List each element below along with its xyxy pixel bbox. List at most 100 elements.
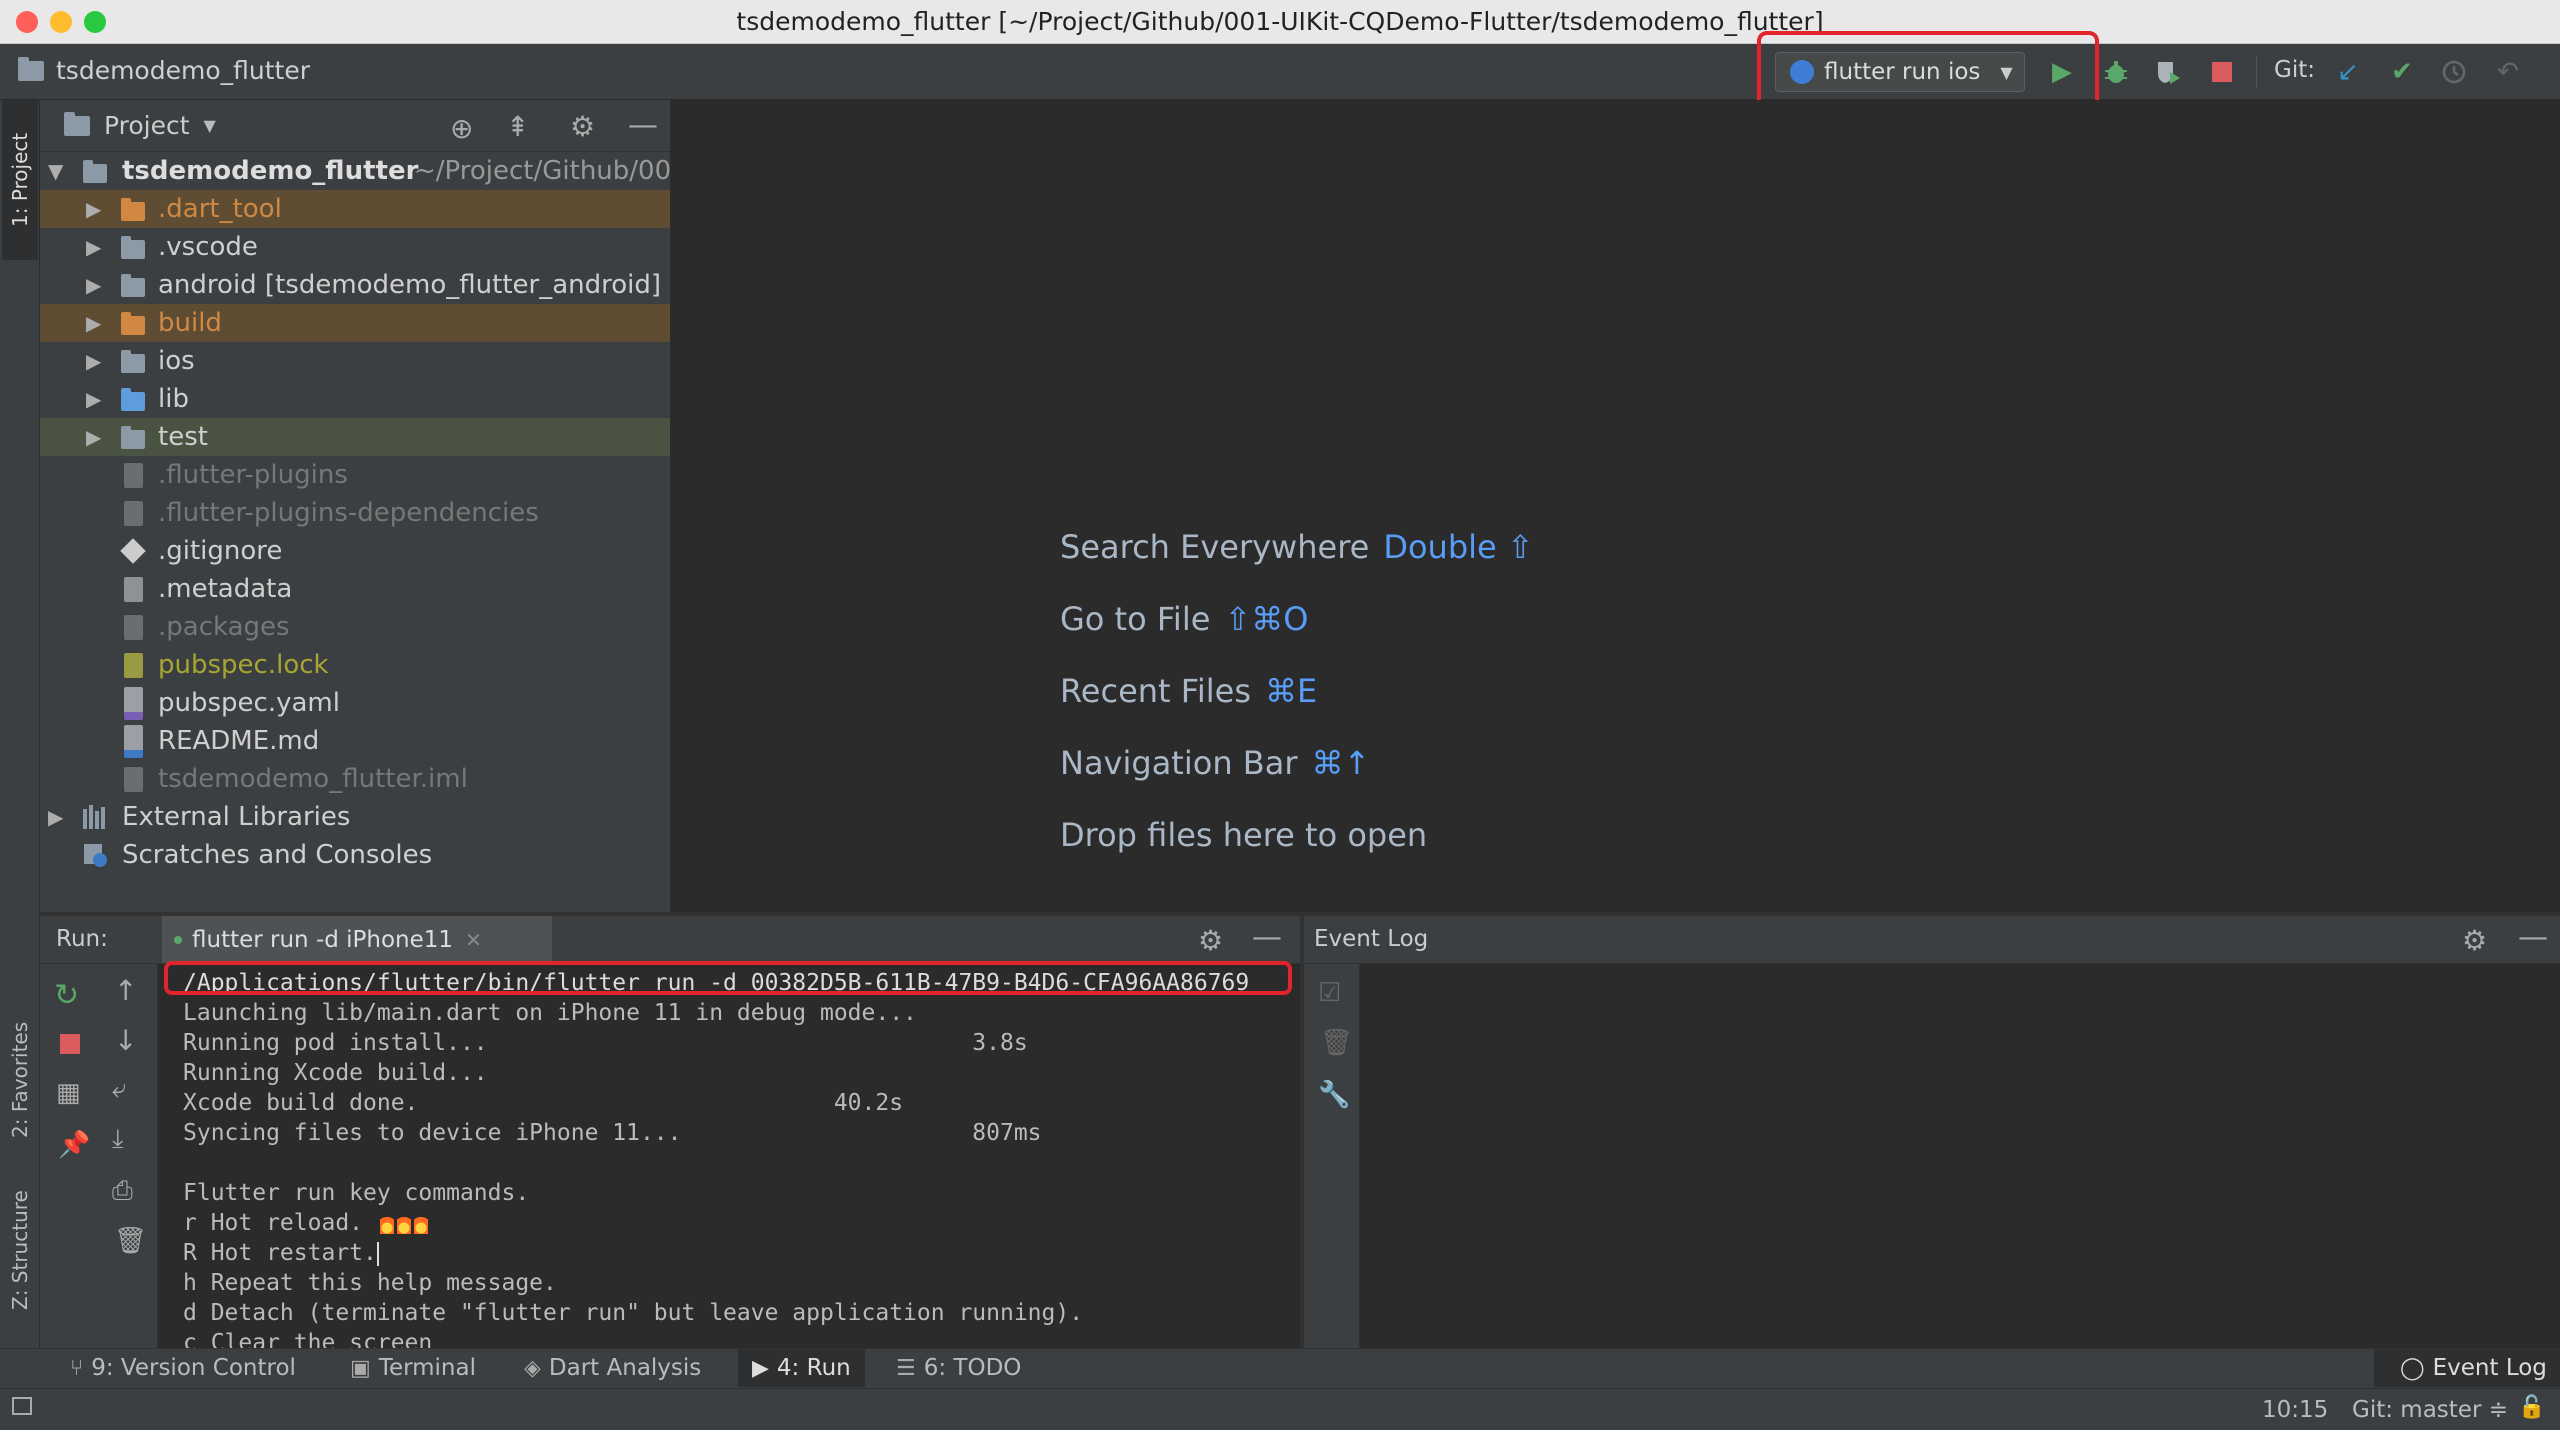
tree-item[interactable]: ▶ ios bbox=[40, 342, 670, 380]
lock-icon[interactable]: 🔓 bbox=[2518, 1395, 2545, 1420]
expand-arrow-icon[interactable]: ▶ bbox=[86, 311, 101, 335]
tree-item-label: .packages bbox=[158, 612, 290, 642]
tool-run[interactable]: ▶ 4: Run bbox=[738, 1349, 865, 1387]
trash-icon[interactable]: 🗑 bbox=[1320, 1028, 1353, 1058]
tree-item-label: test bbox=[158, 422, 208, 452]
run-icon[interactable]: ▶ bbox=[2046, 56, 2078, 88]
gear-icon[interactable]: ⚙ bbox=[570, 110, 595, 143]
tree-item[interactable]: ▶ .vscode bbox=[40, 228, 670, 266]
panel-toggle-icon[interactable] bbox=[12, 1397, 32, 1415]
tree-item[interactable]: pubspec.yaml bbox=[40, 684, 670, 722]
tree-item[interactable]: .packages bbox=[40, 608, 670, 646]
tree-item[interactable]: ▶ test bbox=[40, 418, 670, 456]
console-line: d Detach (terminate "flutter run" but le… bbox=[183, 1300, 1084, 1326]
trash-icon[interactable]: 🗑 bbox=[114, 1226, 147, 1256]
scroll-to-end-icon[interactable]: ⤓ bbox=[112, 1124, 124, 1155]
breadcrumb[interactable]: tsdemodemo_flutter bbox=[18, 56, 310, 85]
debug-icon[interactable] bbox=[2100, 56, 2132, 88]
event-log-body[interactable] bbox=[1360, 964, 2560, 1348]
breadcrumb-project[interactable]: tsdemodemo_flutter bbox=[56, 56, 310, 85]
locate-icon[interactable]: ⊕ bbox=[450, 112, 473, 145]
tree-item[interactable]: pubspec.lock bbox=[40, 646, 670, 684]
git-branch[interactable]: Git: master ≑ bbox=[2352, 1397, 2508, 1423]
gear-icon[interactable]: ⚙ bbox=[2462, 924, 2487, 957]
branch-icon: ⑂ bbox=[70, 1355, 84, 1381]
tree-item[interactable]: .metadata bbox=[40, 570, 670, 608]
run-tab[interactable]: flutter run -d iPhone11 ✕ bbox=[162, 916, 552, 963]
hide-panel-icon[interactable]: — bbox=[2518, 920, 2548, 955]
fire-icon bbox=[396, 1213, 411, 1234]
gear-icon[interactable]: ⚙ bbox=[1198, 924, 1223, 957]
tree-item[interactable]: README.md bbox=[40, 722, 670, 760]
markdown-file-icon bbox=[120, 724, 146, 758]
run-icon: ▶ bbox=[752, 1355, 769, 1381]
console-line: Running Xcode build... bbox=[183, 1060, 488, 1086]
tree-root[interactable]: ▼ tsdemodemo_flutter ~/Project/Github/00 bbox=[40, 152, 670, 190]
tool-terminal[interactable]: ▣ Terminal bbox=[350, 1355, 476, 1381]
project-view-label[interactable]: Project bbox=[104, 111, 190, 140]
pin-icon[interactable]: 📌 bbox=[58, 1130, 90, 1160]
tab-structure[interactable]: Z: Structure bbox=[2, 1150, 38, 1350]
stop-icon[interactable] bbox=[60, 1034, 80, 1054]
console-line: h Repeat this help message. bbox=[183, 1270, 557, 1296]
layout-icon[interactable]: ▦ bbox=[56, 1078, 81, 1108]
expand-arrow-icon[interactable]: ▼ bbox=[48, 159, 63, 183]
tool-event-log[interactable]: ◯ Event Log bbox=[2374, 1349, 2560, 1387]
expand-arrow-icon[interactable]: ▶ bbox=[86, 235, 101, 259]
editor-empty-area[interactable]: Search Everywhere Double ⇧ Go to File ⇧⌘O … bbox=[672, 100, 2560, 912]
tree-item-label: .vscode bbox=[158, 232, 258, 262]
expand-arrow-icon[interactable]: ▶ bbox=[86, 349, 101, 373]
tool-version-control[interactable]: ⑂ 9: Version Control bbox=[70, 1355, 296, 1381]
tree-item[interactable]: ▶ build bbox=[40, 304, 670, 342]
expand-arrow-icon[interactable]: ▶ bbox=[86, 387, 101, 411]
tree-item[interactable]: .gitignore bbox=[40, 532, 670, 570]
collapse-all-icon[interactable]: ⇞ bbox=[506, 110, 529, 143]
expand-arrow-icon[interactable]: ▶ bbox=[48, 805, 63, 829]
tree-external-libraries[interactable]: ▶ External Libraries bbox=[40, 798, 670, 836]
coverage-icon[interactable] bbox=[2152, 56, 2184, 88]
terminal-icon: ▣ bbox=[350, 1355, 371, 1381]
tree-item[interactable]: .flutter-plugins bbox=[40, 456, 670, 494]
mark-read-icon[interactable]: ☑ bbox=[1318, 978, 1341, 1008]
hide-panel-icon[interactable]: — bbox=[628, 108, 658, 143]
git-history-icon[interactable] bbox=[2438, 56, 2470, 88]
run-tab-label: flutter run -d iPhone11 bbox=[192, 926, 454, 953]
expand-arrow-icon[interactable]: ▶ bbox=[86, 273, 101, 297]
arrow-down-icon[interactable]: ↓ bbox=[114, 1024, 137, 1057]
git-rollback-icon[interactable]: ↶ bbox=[2492, 56, 2524, 88]
hide-panel-icon[interactable]: — bbox=[1252, 920, 1282, 955]
git-commit-icon[interactable]: ✔ bbox=[2386, 56, 2418, 88]
soft-wrap-icon[interactable]: ⤶ bbox=[112, 1074, 127, 1105]
wrench-icon[interactable]: 🔧 bbox=[1318, 1080, 1350, 1110]
tree-scratches[interactable]: Scratches and Consoles bbox=[40, 836, 670, 874]
rerun-icon[interactable]: ↻ bbox=[54, 978, 79, 1013]
folder-icon bbox=[82, 158, 108, 184]
console-line: c Clear the screen bbox=[183, 1330, 433, 1348]
run-console[interactable]: /Applications/flutter/bin/flutter run -d… bbox=[158, 964, 1300, 1348]
tree-item-label: .flutter-plugins-dependencies bbox=[158, 498, 539, 528]
console-line-hot-reload: r Hot reload. bbox=[183, 1210, 428, 1236]
expand-arrow-icon[interactable]: ▶ bbox=[86, 197, 101, 221]
cursor-position[interactable]: 10:15 bbox=[2262, 1397, 2328, 1423]
expand-arrow-icon[interactable]: ▶ bbox=[86, 425, 101, 449]
print-icon[interactable]: ⎙ bbox=[112, 1176, 133, 1207]
tool-todo[interactable]: ☰ 6: TODO bbox=[896, 1355, 1021, 1381]
hint-shortcut: ⌘↑ bbox=[1311, 744, 1371, 782]
tree-item[interactable]: ▶ android [tsdemodemo_flutter_android] bbox=[40, 266, 670, 304]
git-update-icon[interactable]: ↙ bbox=[2332, 56, 2364, 88]
project-view-icon bbox=[64, 111, 90, 136]
tree-item[interactable]: ▶ lib bbox=[40, 380, 670, 418]
chevron-down-icon[interactable]: ▼ bbox=[204, 116, 216, 135]
tool-dart-analysis[interactable]: ◈ Dart Analysis bbox=[524, 1355, 701, 1381]
tree-item-label: build bbox=[158, 308, 222, 338]
tree-item[interactable]: ▶ .dart_tool bbox=[40, 190, 670, 228]
tree-item[interactable]: .flutter-plugins-dependencies bbox=[40, 494, 670, 532]
dart-icon: ◈ bbox=[524, 1355, 541, 1381]
tool-window-bar: ⑂ 9: Version Control ▣ Terminal ◈ Dart Anal… bbox=[0, 1348, 2560, 1388]
tree-item[interactable]: tsdemodemo_flutter.iml bbox=[40, 760, 670, 798]
close-icon[interactable]: ✕ bbox=[465, 928, 482, 952]
stop-icon[interactable] bbox=[2206, 56, 2238, 88]
tree-item-label: ios bbox=[158, 346, 195, 376]
tab-project[interactable]: 1: Project bbox=[2, 100, 38, 260]
arrow-up-icon[interactable]: ↑ bbox=[114, 974, 137, 1007]
